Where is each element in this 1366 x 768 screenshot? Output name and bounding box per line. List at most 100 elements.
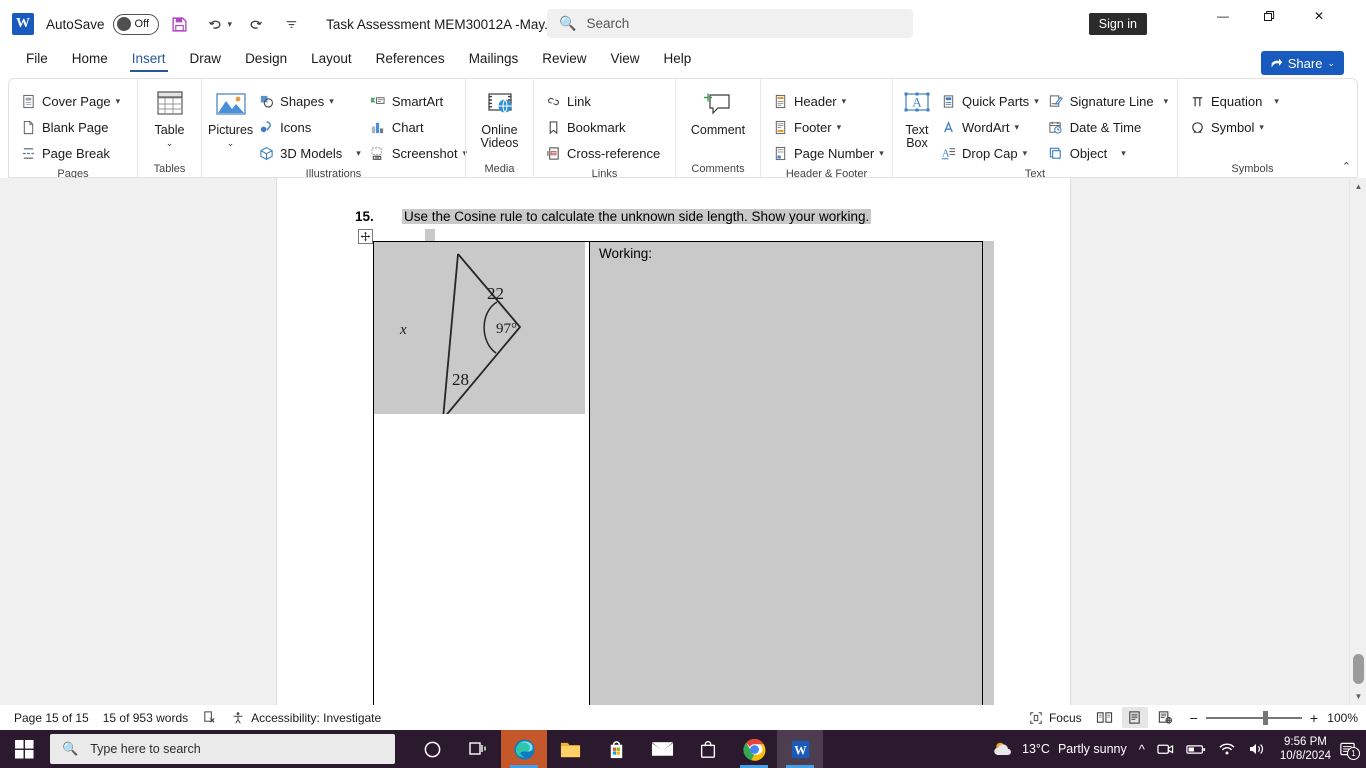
zoom-slider-track[interactable] <box>1205 710 1302 725</box>
shapes-button[interactable]: Shapes ▾ <box>253 88 365 114</box>
text-box-button[interactable]: A Text Box <box>899 85 935 166</box>
tab-design[interactable]: Design <box>233 48 299 72</box>
chevron-down-icon[interactable]: ▾ <box>1259 122 1264 133</box>
store-bag-icon[interactable] <box>685 730 731 768</box>
clock[interactable]: 9:56 PM 10/8/2024 <box>1280 735 1331 763</box>
sign-in-button[interactable]: Sign in <box>1088 13 1147 35</box>
notification-center-icon[interactable]: 1 <box>1339 741 1360 760</box>
document-title[interactable]: Task Assessment MEM30012A -May... <box>326 17 555 32</box>
tab-help[interactable]: Help <box>652 48 704 72</box>
document-page[interactable]: 15. Use the Cosine rule to calculate the… <box>277 178 1070 705</box>
autosave-toggle[interactable]: Off <box>112 13 159 35</box>
volume-icon[interactable] <box>1248 742 1266 756</box>
bookmark-button[interactable]: Bookmark <box>540 114 664 140</box>
equation-button[interactable]: Equation ▾ <box>1184 88 1283 114</box>
cross-reference-button[interactable]: Cross-reference <box>540 140 664 166</box>
scroll-down-icon[interactable]: ▼ <box>1350 688 1366 705</box>
zoom-in-button[interactable]: + <box>1310 710 1318 726</box>
signature-line-button[interactable]: Signature Line ▾ <box>1043 88 1172 114</box>
chevron-down-icon[interactable]: ▾ <box>329 96 334 107</box>
wifi-icon[interactable] <box>1218 742 1236 756</box>
focus-button[interactable]: Focus <box>1029 711 1082 725</box>
chevron-down-icon[interactable]: ▾ <box>837 122 842 133</box>
document-canvas[interactable]: 15. Use the Cosine rule to calculate the… <box>0 178 1366 705</box>
weather-icon[interactable] <box>992 740 1014 759</box>
chevron-down-icon[interactable]: ▾ <box>1014 122 1019 133</box>
edge-icon[interactable] <box>501 730 547 768</box>
print-layout-icon[interactable] <box>1121 707 1148 728</box>
meet-now-icon[interactable] <box>1157 742 1174 756</box>
tab-file[interactable]: File <box>14 48 60 72</box>
chevron-down-icon[interactable]: ▾ <box>1164 96 1169 107</box>
tab-mailings[interactable]: Mailings <box>457 48 531 72</box>
drop-cap-button[interactable]: A Drop Cap ▾ <box>935 140 1043 166</box>
taskbar-search[interactable]: 🔍 Type here to search <box>50 734 395 764</box>
tab-review[interactable]: Review <box>530 48 598 72</box>
header-button[interactable]: Header ▾ <box>767 88 888 114</box>
word-count[interactable]: 15 of 953 words <box>103 711 188 725</box>
tab-draw[interactable]: Draw <box>178 48 234 72</box>
undo-dropdown-caret[interactable]: ▾ <box>228 19 233 30</box>
close-button[interactable]: ✕ <box>1296 0 1342 32</box>
table-move-handle[interactable] <box>358 229 373 244</box>
vertical-scrollbar[interactable]: ▲ ▼ <box>1349 178 1366 705</box>
chevron-down-icon[interactable]: ▾ <box>1274 96 1279 107</box>
symbol-button[interactable]: Symbol ▾ <box>1184 114 1283 140</box>
tab-home[interactable]: Home <box>60 48 120 72</box>
chevron-down-icon[interactable]: ▾ <box>116 96 121 107</box>
word-icon[interactable]: W <box>777 730 823 768</box>
accessibility-status[interactable]: Accessibility: Investigate <box>231 711 381 725</box>
pictures-caret-icon[interactable]: ⌄ <box>227 138 235 149</box>
tab-layout[interactable]: Layout <box>299 48 364 72</box>
chevron-down-icon[interactable]: ▾ <box>1023 148 1028 159</box>
footer-button[interactable]: Footer ▾ <box>767 114 888 140</box>
comment-button[interactable]: Comment <box>682 85 754 161</box>
cortana-icon[interactable] <box>409 730 455 768</box>
pictures-button[interactable]: Pictures ⌄ <box>208 85 253 166</box>
scrollbar-thumb[interactable] <box>1353 654 1364 684</box>
minimize-button[interactable]: — <box>1200 0 1246 32</box>
microsoft-store-icon[interactable] <box>593 730 639 768</box>
wordart-button[interactable]: WordArt ▾ <box>935 114 1043 140</box>
file-explorer-icon[interactable] <box>547 730 593 768</box>
link-button[interactable]: Link <box>540 88 664 114</box>
table-button[interactable]: Table ⌄ <box>144 85 195 161</box>
triangle-diagram[interactable]: 22 28 x 97° <box>374 242 585 414</box>
table-cell-working[interactable]: Working: <box>590 242 982 705</box>
zoom-level[interactable]: 100% <box>1324 711 1358 725</box>
mail-icon[interactable] <box>639 730 685 768</box>
screenshot-button[interactable]: Screenshot ▾ <box>365 140 471 166</box>
question-table[interactable]: 22 28 x 97° Working: <box>373 241 983 705</box>
question-text[interactable]: Use the Cosine rule to calculate the unk… <box>402 209 872 224</box>
web-layout-icon[interactable] <box>1152 707 1178 728</box>
chart-button[interactable]: Chart <box>365 114 471 140</box>
battery-icon[interactable] <box>1186 743 1206 756</box>
chrome-icon[interactable] <box>731 730 777 768</box>
search-box[interactable]: 🔍 Search <box>547 9 913 38</box>
scroll-up-icon[interactable]: ▲ <box>1350 178 1366 195</box>
collapse-ribbon-button[interactable]: ⌃ <box>1342 160 1351 173</box>
smartart-button[interactable]: SmartArt <box>365 88 471 114</box>
icons-button[interactable]: Icons <box>253 114 365 140</box>
redo-icon[interactable] <box>240 9 270 39</box>
blank-page-button[interactable]: Blank Page <box>15 114 124 140</box>
start-button[interactable] <box>0 730 48 768</box>
cover-page-button[interactable]: Cover Page ▾ <box>15 88 124 114</box>
object-button[interactable]: Object ▾ <box>1043 140 1172 166</box>
share-button[interactable]: Share ⌄ <box>1260 51 1344 75</box>
table-caret-icon[interactable]: ⌄ <box>166 138 174 149</box>
chevron-down-icon[interactable]: ▾ <box>879 148 884 159</box>
quick-parts-button[interactable]: Quick Parts ▾ <box>935 88 1043 114</box>
show-hidden-icons-chevron-icon[interactable]: ^ <box>1139 742 1145 757</box>
zoom-out-button[interactable]: − <box>1190 710 1198 726</box>
proofing-icon[interactable] <box>202 710 217 725</box>
zoom-slider-thumb[interactable] <box>1262 710 1268 725</box>
undo-icon[interactable] <box>201 9 231 39</box>
zoom-control[interactable]: − + <box>1190 710 1318 726</box>
chevron-down-icon[interactable]: ▾ <box>1034 96 1039 107</box>
date-time-button[interactable]: Date & Time <box>1043 114 1172 140</box>
3d-models-button[interactable]: 3D Models ▾ <box>253 140 365 166</box>
restore-button[interactable] <box>1246 0 1292 32</box>
task-view-icon[interactable] <box>455 730 501 768</box>
page-number-button[interactable]: Page Number ▾ <box>767 140 888 166</box>
